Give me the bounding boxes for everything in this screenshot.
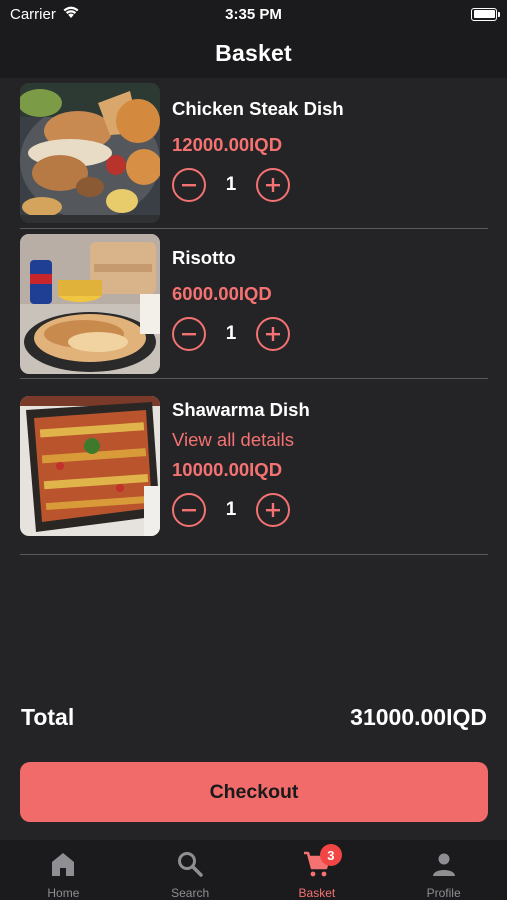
quantity-value: 1 — [225, 174, 237, 195]
tab-bar: Home Search 3 Basket Profile — [0, 840, 507, 900]
home-icon — [49, 850, 77, 878]
total-value: 31000.00IQD — [350, 704, 487, 730]
plus-icon — [266, 503, 280, 517]
cart-icon: 3 — [303, 844, 342, 878]
risotto-image — [20, 234, 160, 374]
minus-icon — [182, 333, 196, 336]
minus-icon — [182, 509, 196, 512]
item-info: Shawarma Dish View all details 10000.00I… — [172, 379, 310, 527]
wifi-icon — [62, 5, 80, 23]
tab-basket[interactable]: 3 Basket — [254, 840, 381, 900]
nav-header: Basket — [0, 28, 507, 78]
item-name: Shawarma Dish — [172, 399, 310, 420]
plus-icon — [266, 178, 280, 192]
carrier-label: Carrier — [10, 5, 56, 23]
basket-item: Chicken Steak Dish 12000.00IQD 1 — [20, 80, 488, 229]
person-icon — [430, 850, 458, 878]
tab-label: Profile — [426, 886, 461, 900]
quantity-stepper: 1 — [172, 168, 344, 202]
basket-item: Risotto 6000.00IQD 1 — [20, 229, 488, 379]
tab-search[interactable]: Search — [127, 840, 254, 900]
basket-list: Chicken Steak Dish 12000.00IQD 1 Risotto… — [20, 80, 488, 555]
item-info: Chicken Steak Dish 12000.00IQD 1 — [172, 80, 344, 202]
tab-label: Search — [171, 886, 210, 900]
quantity-stepper: 1 — [172, 493, 310, 527]
quantity-stepper: 1 — [172, 317, 290, 351]
quantity-value: 1 — [225, 499, 237, 520]
search-icon — [176, 850, 204, 878]
item-price: 10000.00IQD — [172, 459, 283, 480]
chicken-steak-image — [20, 83, 160, 223]
increase-quantity-button[interactable] — [256, 317, 290, 351]
page-title: Basket — [215, 39, 292, 66]
minus-icon — [182, 184, 196, 187]
decrease-quantity-button[interactable] — [172, 493, 206, 527]
plus-icon — [266, 327, 280, 341]
cart-count-badge: 3 — [319, 844, 342, 866]
status-left: Carrier — [10, 5, 80, 23]
tab-home[interactable]: Home — [0, 840, 127, 900]
item-name: Risotto — [172, 247, 236, 268]
item-name: Chicken Steak Dish — [172, 98, 344, 119]
quantity-value: 1 — [225, 323, 237, 344]
decrease-quantity-button[interactable] — [172, 168, 206, 202]
total-label: Total — [21, 704, 75, 730]
tab-profile[interactable]: Profile — [380, 840, 507, 900]
battery-icon — [471, 7, 500, 21]
increase-quantity-button[interactable] — [256, 493, 290, 527]
status-bar: Carrier 3:35 PM — [0, 0, 507, 28]
item-info: Risotto 6000.00IQD 1 — [172, 229, 290, 351]
basket-item: Shawarma Dish View all details 10000.00I… — [20, 379, 488, 555]
checkout-button[interactable]: Checkout — [20, 762, 488, 822]
item-price: 12000.00IQD — [172, 134, 283, 155]
total-row: Total 31000.00IQD — [21, 704, 487, 731]
item-price: 6000.00IQD — [172, 283, 272, 304]
increase-quantity-button[interactable] — [256, 168, 290, 202]
decrease-quantity-button[interactable] — [172, 317, 206, 351]
tab-label: Home — [47, 886, 80, 900]
tab-label: Basket — [298, 886, 336, 900]
shawarma-image — [20, 396, 160, 536]
view-details-link[interactable]: View all details — [172, 429, 310, 451]
